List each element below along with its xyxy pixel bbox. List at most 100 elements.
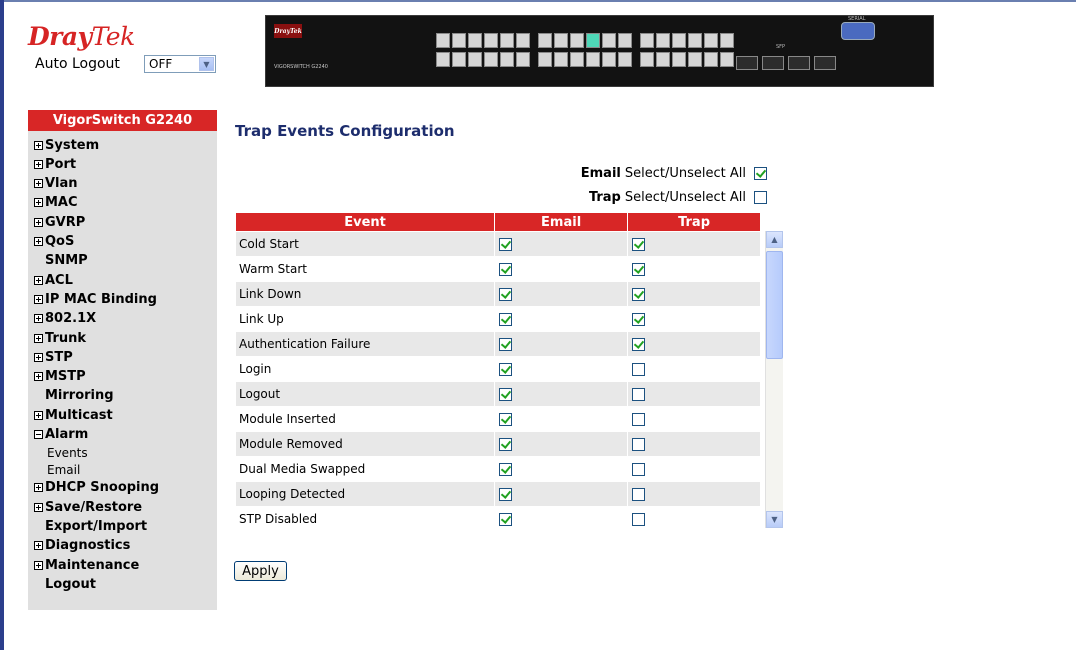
expand-icon[interactable]: [34, 237, 43, 246]
trap-checkbox[interactable]: [632, 263, 646, 276]
sidebar-item-0[interactable]: System: [34, 136, 99, 154]
expand-icon[interactable]: [34, 140, 43, 150]
trap-checkbox[interactable]: [632, 338, 646, 351]
trap-checkbox[interactable]: [632, 388, 646, 401]
email-select-all-text: Select/Unselect All: [624, 166, 746, 181]
expand-icon[interactable]: [34, 483, 43, 493]
sidebar-item-label: Diagnostics: [45, 538, 131, 554]
email-checkbox[interactable]: [499, 288, 513, 301]
expand-icon[interactable]: [34, 275, 43, 285]
expand-icon[interactable]: [34, 372, 43, 382]
expand-icon[interactable]: [34, 502, 43, 512]
cell-email: [494, 306, 629, 332]
sidebar-item-9[interactable]: 802.1X: [34, 310, 96, 328]
email-select-all-checkbox[interactable]: [754, 167, 767, 180]
expand-icon[interactable]: [34, 179, 43, 189]
cell-trap: [627, 356, 761, 382]
trap-select-all-checkbox[interactable]: [754, 191, 767, 204]
cell-email: [494, 281, 629, 307]
cell-trap: [627, 431, 761, 457]
sidebar-item-label: Multicast: [45, 407, 113, 423]
table-row: Dual Media Swapped: [235, 456, 761, 482]
column-header-trap: Trap: [627, 212, 761, 232]
sidebar-item-8[interactable]: IP MAC Binding: [34, 290, 157, 308]
sidebar-item-7[interactable]: ACL: [34, 271, 73, 289]
expand-icon[interactable]: [34, 294, 43, 304]
trap-checkbox[interactable]: [632, 463, 646, 476]
expand-icon[interactable]: [34, 560, 43, 570]
cell-trap: [627, 506, 761, 528]
trap-select-all-bold: Trap: [588, 190, 621, 205]
sidebar-item-label: Port: [45, 156, 77, 172]
sidebar-item-11[interactable]: STP: [34, 348, 73, 366]
sidebar-item-5[interactable]: QoS: [34, 233, 74, 251]
email-checkbox[interactable]: [499, 363, 513, 376]
trap-checkbox[interactable]: [632, 313, 646, 326]
email-checkbox[interactable]: [499, 463, 513, 476]
window-top-border: [0, 0, 1076, 2]
trap-checkbox[interactable]: [632, 438, 646, 451]
email-checkbox[interactable]: [499, 338, 513, 351]
expand-icon[interactable]: [34, 217, 43, 227]
sidebar-item-19[interactable]: Save/Restore: [34, 498, 142, 516]
table-row: Module Removed: [235, 431, 761, 457]
table-row: STP Disabled: [235, 506, 761, 528]
email-checkbox[interactable]: [499, 263, 513, 276]
sidebar-item-12[interactable]: MSTP: [34, 368, 86, 386]
sidebar-item-23[interactable]: Logout: [34, 575, 96, 593]
trap-checkbox[interactable]: [632, 238, 646, 251]
event-name: Link Down: [235, 281, 496, 307]
expand-icon[interactable]: [34, 410, 43, 420]
sidebar-subitem-17[interactable]: Email: [47, 462, 80, 478]
email-checkbox[interactable]: [499, 488, 513, 501]
sidebar-item-15[interactable]: Alarm: [34, 426, 88, 444]
sidebar-item-label: Export/Import: [45, 518, 148, 534]
table-scrollbar[interactable]: ▲ ▼: [765, 231, 783, 528]
scroll-down-icon[interactable]: ▼: [766, 511, 783, 528]
cell-trap: [627, 406, 761, 432]
sidebar-item-13[interactable]: Mirroring: [34, 387, 114, 405]
sidebar-item-2[interactable]: Vlan: [34, 175, 78, 193]
trap-checkbox[interactable]: [632, 288, 646, 301]
email-checkbox[interactable]: [499, 238, 513, 251]
table-row: Link Up: [235, 306, 761, 332]
sidebar-item-label: IP MAC Binding: [45, 291, 157, 307]
email-checkbox[interactable]: [499, 438, 513, 451]
sidebar-item-21[interactable]: Diagnostics: [34, 537, 130, 555]
sidebar-item-1[interactable]: Port: [34, 155, 76, 173]
sidebar-item-6[interactable]: SNMP: [34, 252, 88, 270]
email-checkbox[interactable]: [499, 313, 513, 326]
scrollbar-thumb[interactable]: [766, 251, 783, 359]
trap-checkbox[interactable]: [632, 513, 646, 526]
apply-button[interactable]: Apply: [234, 561, 287, 581]
device-logo: DrayTek: [274, 24, 302, 38]
expand-icon[interactable]: [34, 541, 43, 551]
trap-checkbox[interactable]: [632, 488, 646, 501]
scroll-up-icon[interactable]: ▲: [766, 231, 783, 248]
expand-icon[interactable]: [34, 198, 43, 208]
sidebar-item-18[interactable]: DHCP Snooping: [34, 479, 159, 497]
sidebar-item-10[interactable]: Trunk: [34, 329, 86, 347]
sidebar-item-14[interactable]: Multicast: [34, 406, 113, 424]
email-checkbox[interactable]: [499, 513, 513, 526]
email-checkbox[interactable]: [499, 388, 513, 401]
sidebar-item-22[interactable]: Maintenance: [34, 556, 139, 574]
expand-icon[interactable]: [34, 352, 43, 362]
sidebar-item-20[interactable]: Export/Import: [34, 517, 147, 535]
trap-checkbox[interactable]: [632, 363, 646, 376]
auto-logout-select[interactable]: OFF ▼: [144, 55, 216, 73]
expand-icon[interactable]: [34, 333, 43, 343]
table-row: Module Inserted: [235, 406, 761, 432]
chevron-down-icon[interactable]: ▼: [199, 57, 214, 71]
sidebar-subitem-16[interactable]: Events: [47, 445, 88, 461]
trap-checkbox[interactable]: [632, 413, 646, 426]
trap-select-all-text: Select/Unselect All: [624, 190, 746, 205]
expand-icon[interactable]: [34, 159, 43, 169]
sidebar-item-3[interactable]: MAC: [34, 194, 78, 212]
table-row: Warm Start: [235, 256, 761, 282]
window-left-border: [0, 0, 4, 650]
sidebar-item-4[interactable]: GVRP: [34, 213, 85, 231]
collapse-icon[interactable]: [34, 430, 43, 439]
email-checkbox[interactable]: [499, 413, 513, 426]
expand-icon[interactable]: [34, 314, 43, 324]
